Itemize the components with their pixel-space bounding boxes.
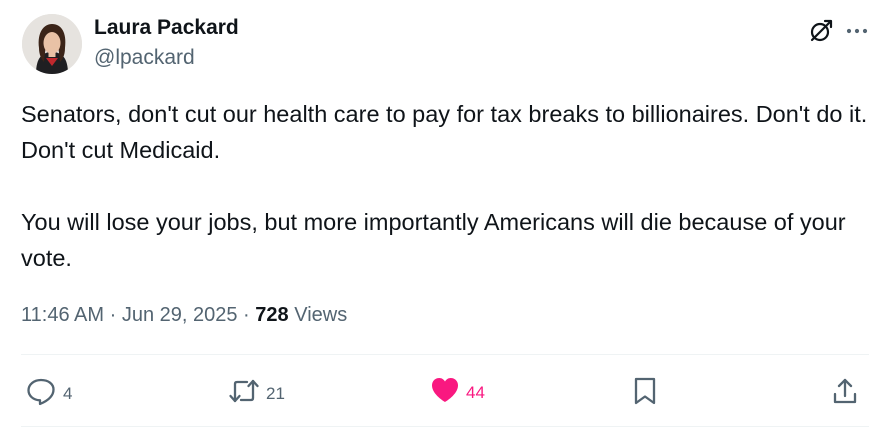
bookmark-icon	[633, 376, 657, 411]
share-icon	[831, 376, 859, 411]
top-actions	[808, 18, 868, 44]
tweet-text: Senators, don't cut our health care to p…	[21, 96, 871, 276]
views-label: Views	[294, 304, 348, 326]
tweet-paragraph: Senators, don't cut our health care to p…	[21, 101, 868, 163]
divider	[21, 354, 869, 355]
avatar[interactable]	[22, 14, 82, 74]
like-count: 44	[466, 382, 485, 402]
repost-icon	[228, 376, 260, 411]
author-name[interactable]: Laura Packard	[94, 16, 239, 40]
tweet-card: Laura Packard @lpackard Senators, don't …	[0, 0, 890, 434]
tweet-paragraph: You will lose your jobs, but more import…	[21, 209, 846, 271]
views-count: 728	[255, 304, 289, 326]
like-button[interactable]: 44	[430, 376, 485, 409]
heart-icon	[430, 376, 460, 409]
tweet-meta: 11:46 AM · Jun 29, 2025 · 728 Views	[21, 301, 347, 329]
tweet-time[interactable]: 11:46 AM	[21, 304, 104, 326]
action-bar: 4 21 44	[0, 370, 890, 410]
bookmark-button[interactable]	[633, 376, 657, 411]
author-handle[interactable]: @lpackard	[94, 46, 195, 70]
reply-button[interactable]: 4	[25, 376, 72, 411]
repost-count: 21	[266, 383, 285, 403]
grok-icon[interactable]	[808, 18, 834, 44]
reply-icon	[25, 376, 57, 411]
tweet-date[interactable]: Jun 29, 2025	[122, 304, 238, 326]
repost-button[interactable]: 21	[228, 376, 285, 411]
meta-separator: ·	[243, 304, 250, 326]
divider	[21, 426, 869, 427]
more-icon[interactable]	[846, 27, 868, 35]
share-button[interactable]	[831, 376, 859, 411]
meta-separator: ·	[109, 304, 117, 326]
reply-count: 4	[63, 383, 73, 403]
